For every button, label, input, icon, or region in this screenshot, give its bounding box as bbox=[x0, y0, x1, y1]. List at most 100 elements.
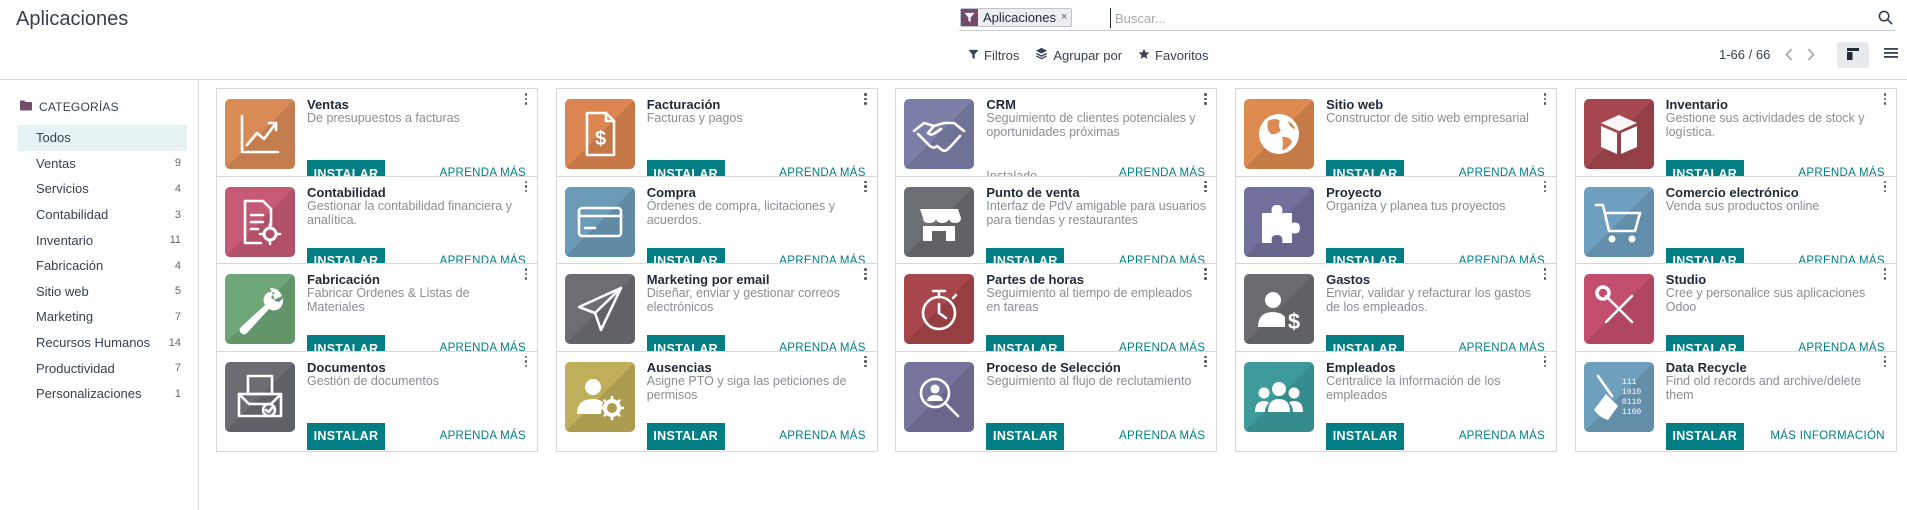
app-name: Facturación bbox=[646, 97, 721, 112]
credit-card-icon bbox=[564, 186, 635, 257]
install-button[interactable]: INSTALAR bbox=[986, 422, 1065, 450]
sidebar-item-label: Inventario bbox=[36, 232, 94, 248]
sidebar-item-count: 4 bbox=[174, 182, 181, 195]
app-name: Contabilidad bbox=[307, 184, 386, 200]
kebab-menu-icon[interactable] bbox=[862, 355, 870, 369]
sidebar-item[interactable]: Personalizaciones 1 bbox=[18, 381, 187, 407]
app-card[interactable]: Marketing por email Diseñar, enviar y ges… bbox=[555, 263, 878, 364]
app-card[interactable]: $ Facturación Facturas y pagos INSTALAR APRE… bbox=[555, 88, 878, 189]
kebab-menu-icon[interactable] bbox=[1881, 355, 1889, 369]
app-card[interactable]: Punto de venta Interfaz de PdV amigable p… bbox=[895, 175, 1218, 277]
sidebar-item-count: 11 bbox=[169, 234, 181, 247]
sidebar-item-label: Fabricación bbox=[36, 258, 104, 274]
kebab-menu-icon[interactable] bbox=[1201, 355, 1209, 369]
app-summary: Seguimiento al tiempo de empleados en ta… bbox=[986, 286, 1193, 314]
search-options: Filtros Agrupar por Favoritos bbox=[968, 47, 1209, 63]
install-button[interactable]: INSTALAR bbox=[1665, 422, 1744, 450]
list-view-button[interactable] bbox=[1875, 42, 1907, 68]
app-card[interactable]: Empleados Centralice la información de lo… bbox=[1235, 350, 1558, 452]
app-name: Marketing por email bbox=[646, 272, 770, 287]
favorites-button[interactable]: Favoritos bbox=[1138, 47, 1209, 63]
app-card[interactable]: Contabilidad Gestionar la contabilidad fi… bbox=[216, 175, 538, 277]
invoice-dollar-icon: $ bbox=[564, 99, 635, 169]
app-card[interactable]: Proceso de Selección Seguimiento al flujo… bbox=[895, 350, 1218, 452]
app-summary: Cree y personalice sus aplicaciones Odoo bbox=[1665, 286, 1866, 314]
app-summary: Asigne PTO y siga las peticiones de perm… bbox=[646, 373, 847, 402]
app-card[interactable]: Inventario Gestione sus actividades de st… bbox=[1574, 88, 1897, 189]
app-name: Ventas bbox=[307, 97, 349, 112]
app-card[interactable]: Ausencias Asigne PTO y siga las peticione… bbox=[555, 350, 878, 452]
app-card[interactable]: Compra Órdenes de compra, licitaciones y … bbox=[555, 175, 878, 277]
learn-more-link[interactable]: MÁS INFORMACIÓN bbox=[1770, 430, 1884, 442]
group-by-button[interactable]: Agrupar por bbox=[1035, 47, 1122, 63]
filters-button[interactable]: Filtros bbox=[968, 47, 1019, 63]
sidebar-item[interactable]: Productividad 7 bbox=[18, 355, 187, 381]
sidebar-item[interactable]: Contabilidad 3 bbox=[18, 202, 187, 228]
kebab-menu-icon[interactable] bbox=[862, 267, 870, 281]
kebab-menu-icon[interactable] bbox=[1541, 267, 1549, 281]
app-card[interactable]: Comercio electrónico Venda sus productos … bbox=[1574, 175, 1897, 277]
kebab-menu-icon[interactable] bbox=[1881, 92, 1889, 106]
install-button[interactable]: INSTALAR bbox=[1326, 422, 1405, 450]
kebab-menu-icon[interactable] bbox=[862, 92, 870, 106]
kebab-menu-icon[interactable] bbox=[1881, 267, 1889, 281]
sidebar-item[interactable]: Servicios 4 bbox=[18, 176, 187, 202]
app-card[interactable]: Ventas De presupuestos a facturas INSTALAR… bbox=[216, 88, 538, 189]
group-by-label: Agrupar por bbox=[1053, 47, 1123, 63]
search-facet[interactable]: Aplicaciones × bbox=[960, 8, 1073, 27]
sidebar-item[interactable]: Sitio web 5 bbox=[18, 279, 187, 305]
kebab-menu-icon[interactable] bbox=[1541, 92, 1549, 106]
sidebar-item[interactable]: Ventas 9 bbox=[18, 151, 187, 177]
chevron-right-icon[interactable] bbox=[1806, 48, 1816, 62]
app-card[interactable]: CRM Seguimiento de clientes potenciales y… bbox=[895, 88, 1218, 189]
app-card[interactable]: Sitio web Constructor de sitio web empres… bbox=[1235, 88, 1558, 189]
install-button[interactable]: INSTALAR bbox=[307, 422, 385, 450]
app-card[interactable]: Fabricación Fabricar Órdenes & Listas de … bbox=[216, 263, 538, 364]
chevron-left-icon[interactable] bbox=[1784, 48, 1794, 62]
app-summary: Órdenes de compra, licitaciones y acuerd… bbox=[646, 198, 835, 227]
app-name: Punto de venta bbox=[986, 184, 1080, 200]
kebab-menu-icon[interactable] bbox=[522, 267, 530, 281]
kebab-menu-icon[interactable] bbox=[522, 92, 530, 106]
pager-value[interactable]: 1-66 / 66 bbox=[1719, 47, 1770, 62]
category-list: Todos Ventas 9 Servicios 4 Contabilidad 3 Inven… bbox=[18, 125, 187, 407]
app-card[interactable]: 111 1010 0110 1100 Data Recycle Find old reco… bbox=[1574, 350, 1897, 452]
app-card[interactable]: $ Gastos Enviar, validar y refacturar los … bbox=[1235, 263, 1558, 364]
kanban-view-button[interactable] bbox=[1837, 42, 1869, 68]
sidebar-item-label: Sitio web bbox=[36, 283, 89, 299]
svg-text:0110: 0110 bbox=[1622, 398, 1641, 407]
kebab-menu-icon[interactable] bbox=[1881, 180, 1889, 194]
search-icon[interactable] bbox=[1875, 7, 1895, 27]
kebab-menu-icon[interactable] bbox=[1201, 267, 1209, 281]
learn-more-link[interactable]: APRENDA MÁS bbox=[440, 430, 526, 442]
svg-text:111: 111 bbox=[1622, 378, 1637, 387]
kebab-menu-icon[interactable] bbox=[862, 180, 870, 194]
kebab-menu-icon[interactable] bbox=[1201, 92, 1209, 106]
kebab-menu-icon[interactable] bbox=[1201, 180, 1209, 194]
sidebar-item[interactable]: Inventario 11 bbox=[18, 227, 187, 253]
kebab-menu-icon[interactable] bbox=[522, 355, 530, 369]
app-card[interactable]: Proyecto Organiza y planea tus proyectos I… bbox=[1235, 175, 1558, 277]
app-card[interactable]: Studio Cree y personalice sus aplicacione… bbox=[1574, 263, 1897, 364]
sidebar-item[interactable]: Recursos Humanos 14 bbox=[18, 330, 187, 356]
facet-remove-button[interactable]: × bbox=[1061, 9, 1071, 26]
search-input[interactable] bbox=[1110, 8, 1810, 28]
app-card[interactable]: Documentos Gestión de documentos INSTALAR A… bbox=[216, 350, 538, 452]
list-view-icon bbox=[1884, 47, 1898, 63]
install-button[interactable]: INSTALAR bbox=[646, 422, 725, 450]
kebab-menu-icon[interactable] bbox=[1541, 180, 1549, 194]
kebab-menu-icon[interactable] bbox=[522, 180, 530, 194]
app-card[interactable]: Partes de horas Seguimiento al tiempo de … bbox=[895, 263, 1218, 364]
kebab-menu-icon[interactable] bbox=[1541, 355, 1549, 369]
sidebar-item[interactable]: Todos bbox=[18, 125, 187, 151]
app-summary: Facturas y pagos bbox=[646, 111, 743, 125]
svg-text:$: $ bbox=[595, 128, 606, 150]
learn-more-link[interactable]: APRENDA MÁS bbox=[779, 430, 865, 442]
learn-more-link[interactable]: APRENDA MÁS bbox=[1119, 430, 1205, 442]
favorites-label: Favoritos bbox=[1155, 47, 1209, 63]
sidebar-item[interactable]: Marketing 7 bbox=[18, 304, 187, 330]
app-name: Gastos bbox=[1326, 272, 1371, 287]
sidebar-item[interactable]: Fabricación 4 bbox=[18, 253, 187, 279]
user-gear-icon bbox=[564, 361, 635, 432]
learn-more-link[interactable]: APRENDA MÁS bbox=[1459, 430, 1545, 442]
